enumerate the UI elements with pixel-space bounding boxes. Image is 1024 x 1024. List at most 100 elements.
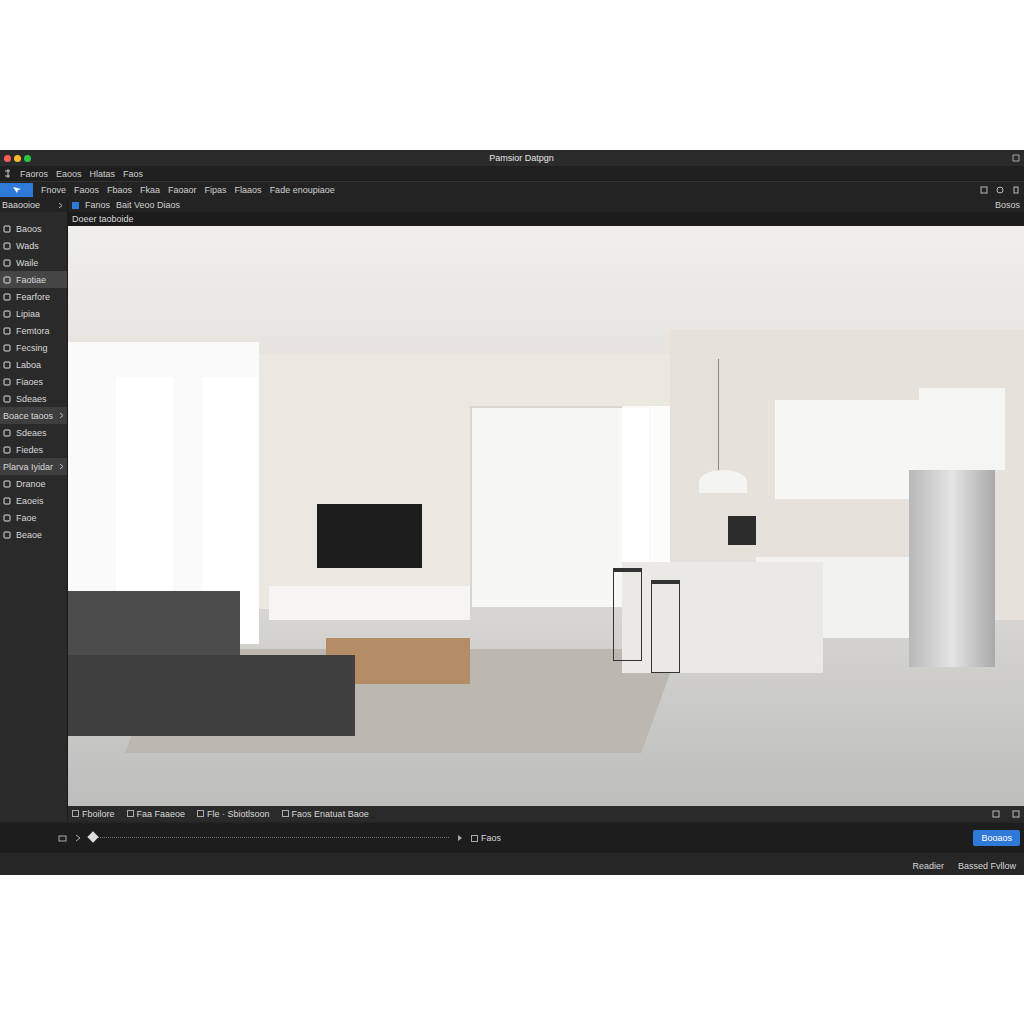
sidebar-item[interactable]: Femtora (0, 322, 67, 339)
tool-icon (3, 497, 11, 505)
sidebar-item[interactable]: Lipiaa (0, 305, 67, 322)
menu-item[interactable]: Faoros (20, 169, 48, 179)
sidebar-item[interactable]: Boace taoos (0, 407, 67, 424)
option-icon (127, 810, 134, 817)
app-window: Pamsior Datpgn Faoros Eaoos Hlatas Faos Fnove… (0, 150, 1024, 875)
window-controls (4, 155, 31, 162)
viewport-bar: Fboilore Faa Faaeoe Fle · Sbiotlsoon Faos E… (68, 806, 1024, 821)
workspace: Baaooioe BaoosWadsWaileFaotiaeFearforeLip… (0, 198, 1024, 821)
toolbar-item[interactable]: Fbaos (107, 185, 132, 195)
render-button[interactable]: Booaos (973, 830, 1020, 846)
toolbar-item[interactable]: Fipas (205, 185, 227, 195)
secondary-toolbar: Fanos Bait Veoo Diaos Bosos (68, 198, 1024, 212)
tool-icon (3, 344, 11, 352)
tool-icon (3, 378, 11, 386)
viewport-header: Doeer taoboide (68, 212, 1024, 226)
tool-icon (3, 293, 11, 301)
toolbar-item[interactable]: Fade enoupiaoe (270, 185, 335, 195)
tv-console (269, 586, 470, 621)
tool-icon (3, 225, 11, 233)
sidebar-item[interactable]: Dranoe (0, 475, 67, 492)
settings-icon[interactable] (1012, 186, 1020, 194)
tool-icon (3, 361, 11, 369)
end-icon[interactable] (457, 834, 463, 842)
toolbar-item[interactable]: Bait Veoo Diaos (116, 200, 180, 210)
sidebar-item[interactable]: Fearfore (0, 288, 67, 305)
status-bar: Readier Bassed Fvllow (0, 857, 1024, 875)
render-viewport[interactable] (68, 226, 1024, 806)
mode-button[interactable] (0, 183, 33, 197)
menu-item[interactable]: Hlatas (90, 169, 116, 179)
main-area: FanosBait Veoo DiaosBososDoeer taoboideF… (68, 198, 1024, 821)
chevron-icon (59, 463, 65, 470)
grid-icon[interactable] (980, 186, 988, 194)
toolbar-item[interactable]: Fkaa (140, 185, 160, 195)
tool-icon (3, 429, 11, 437)
timeline-track[interactable] (89, 837, 449, 839)
menu-bar: Faoros Eaoos Hlatas Faos (0, 166, 1024, 182)
camera-icon[interactable] (58, 834, 67, 842)
television (317, 504, 422, 568)
bar-stool (651, 580, 680, 673)
toolbar-item[interactable]: Fanos (85, 200, 110, 210)
toolbar-item[interactable]: Faoaor (168, 185, 197, 195)
toolbar-item[interactable]: Fnove (41, 185, 66, 195)
toolbar-item[interactable]: Bosos (995, 200, 1020, 210)
lamp-cord (718, 359, 719, 475)
menu-item[interactable]: Eaoos (56, 169, 82, 179)
sidebar-item[interactable]: Laboa (0, 356, 67, 373)
view-icon[interactable] (996, 186, 1004, 194)
tool-icon (3, 395, 11, 403)
tool-icon (3, 242, 11, 250)
sidebar-item[interactable]: Wads (0, 237, 67, 254)
minimize-icon[interactable] (14, 155, 21, 162)
tool-icon (3, 259, 11, 267)
sidebar-item[interactable]: Faotiae (0, 271, 67, 288)
expand-icon[interactable] (1012, 154, 1020, 162)
app-icon[interactable] (4, 169, 12, 178)
option-icon (282, 810, 289, 817)
sidebar-item[interactable]: Plarva Iyidar (0, 458, 67, 475)
view-option[interactable]: Faos Enatuat Baoe (282, 809, 369, 819)
sidebar-item[interactable]: Baoos (0, 220, 67, 237)
play-icon[interactable] (75, 834, 81, 842)
toolbar-item[interactable]: Flaaos (235, 185, 262, 195)
sidebar-item[interactable]: Sdeaes (0, 390, 67, 407)
tool-icon (3, 531, 11, 539)
timeline: FaosBooaos (0, 823, 1024, 853)
layer-icon[interactable] (72, 202, 79, 209)
sidebar-item[interactable]: Waile (0, 254, 67, 271)
pendant-lamp (699, 470, 747, 493)
sidebar-item[interactable]: Beaoe (0, 526, 67, 543)
sidebar-header[interactable]: Baaooioe (0, 198, 67, 212)
menu-item[interactable]: Faos (123, 169, 143, 179)
playhead[interactable] (87, 831, 98, 842)
status-item: Readier (912, 861, 944, 871)
sidebar-item[interactable]: Eaoeis (0, 492, 67, 509)
sidebar-item[interactable]: Fiedes (0, 441, 67, 458)
chevron-icon (59, 412, 65, 419)
chevron-icon (58, 202, 64, 209)
sidebar-item[interactable]: Faoe (0, 509, 67, 526)
tool-icon (3, 310, 11, 318)
tool-icon (3, 276, 11, 284)
zoom-icon[interactable] (992, 810, 1000, 818)
toolbar-item[interactable]: Faoos (74, 185, 99, 195)
close-icon[interactable] (4, 155, 11, 162)
title-bar: Pamsior Datpgn (0, 150, 1024, 166)
view-option[interactable]: Fboilore (72, 809, 115, 819)
page: Pamsior Datpgn Faoros Eaoos Hlatas Faos Fnove… (0, 0, 1024, 1024)
status-item: Bassed Fvllow (958, 861, 1016, 871)
tool-icon (3, 446, 11, 454)
sidebar-item[interactable]: Fiaoes (0, 373, 67, 390)
tall-cabinet (919, 388, 1005, 469)
view-option[interactable]: Fle · Sbiotlsoon (197, 809, 270, 819)
fit-icon[interactable] (1012, 810, 1020, 818)
tool-icon (3, 514, 11, 522)
maximize-icon[interactable] (24, 155, 31, 162)
sidebar-item[interactable]: Fecsing (0, 339, 67, 356)
option-icon (197, 810, 204, 817)
view-option[interactable]: Faa Faaeoe (127, 809, 186, 819)
sidebar-item[interactable]: Sdeaes (0, 424, 67, 441)
tool-icon (3, 327, 11, 335)
